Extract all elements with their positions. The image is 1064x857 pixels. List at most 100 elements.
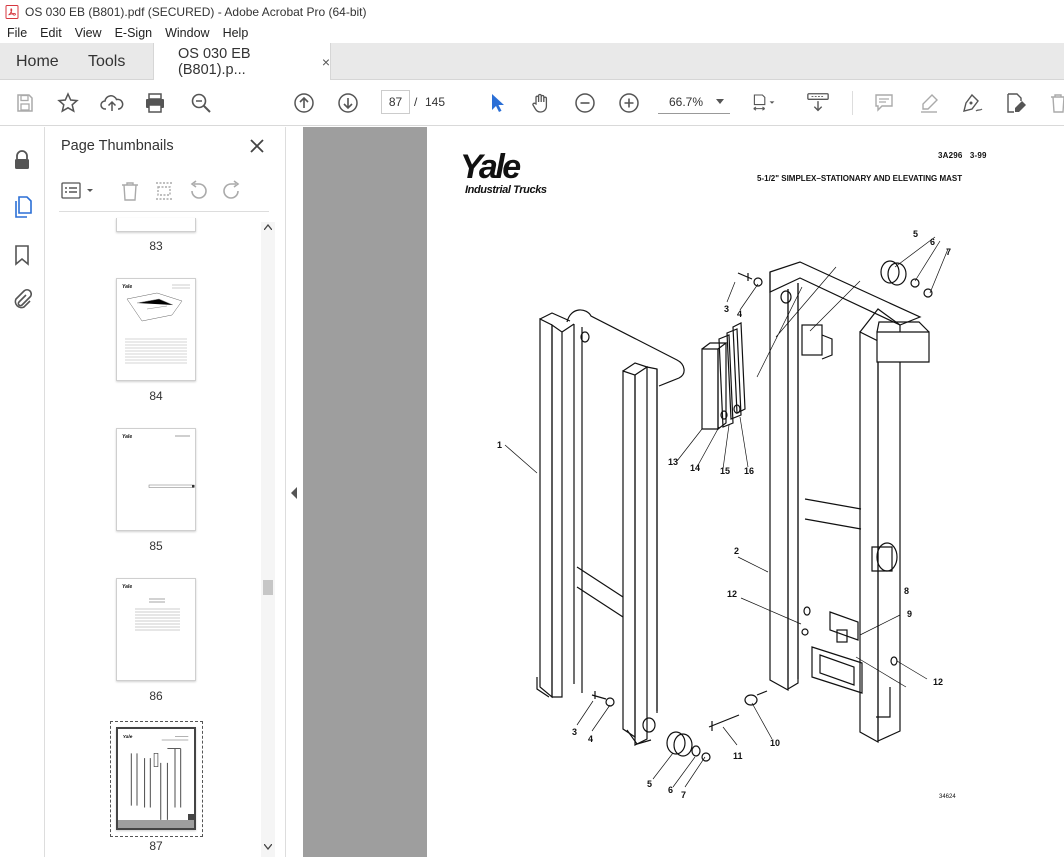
callout-6b: 6 [668,785,673,795]
svg-text:Yale: Yale [122,434,132,440]
scroll-down-icon[interactable] [264,844,272,850]
panel-title: Page Thumbnails [61,138,174,154]
page-number-input[interactable]: 87 [381,90,410,114]
callout-15: 15 [720,466,730,476]
callout-11: 11 [733,751,743,761]
callout-16: 16 [744,466,754,476]
next-page-icon[interactable] [336,91,360,115]
menu-edit[interactable]: Edit [33,26,68,40]
edit-pdf-icon[interactable] [1004,91,1028,115]
bookmarks-icon[interactable] [10,243,34,267]
thumbnail-label-85: 85 [149,539,163,553]
zoom-in-icon[interactable] [617,91,641,115]
title-bar: OS 030 EB (B801).pdf (SECURED) - Adobe A… [0,0,1064,23]
thumbnail-86-content: Yale [122,584,180,631]
menu-window[interactable]: Window [158,26,215,40]
callout-9: 9 [907,609,912,619]
print-icon[interactable] [143,91,167,115]
thumbnail-resize-handle[interactable] [188,814,194,820]
sign-pen-icon[interactable] [960,91,984,115]
callout-1: 1 [497,440,502,450]
zoom-level-value: 66.7% [669,94,704,109]
menu-help[interactable]: Help [216,26,255,40]
chain-anchor-parts [701,322,746,431]
rotate-counterclockwise-icon[interactable] [187,180,209,202]
page-thumbnails-icon[interactable] [10,195,34,219]
page-fit-icon[interactable] [752,91,776,115]
thumbnail-options-icon[interactable] [61,181,95,201]
left-navigation-rail [0,127,45,857]
collapse-arrow-icon[interactable] [290,487,298,499]
svg-text:Yale: Yale [123,734,133,740]
menu-view[interactable]: View [68,26,108,40]
scroll-mode-icon[interactable] [806,91,830,115]
thumbnail-page-86[interactable]: Yale [116,578,196,681]
zoom-level-select[interactable]: 66.7% [658,90,730,114]
thumbnail-page-85[interactable]: Yale [116,428,196,531]
tab-close-icon[interactable]: × [322,54,330,70]
thumbnail-85-content: Yale [122,434,195,488]
attachments-icon[interactable] [10,287,34,311]
tab-document[interactable]: OS 030 EB (B801).p... × [153,43,331,80]
callout-10: 10 [770,738,780,748]
tab-home[interactable]: Home [16,43,59,80]
page-separator: / [414,95,418,109]
callout-12a: 12 [727,589,737,599]
page-total: 145 [425,95,446,109]
callout-2: 2 [734,546,739,556]
thumbnail-page-84[interactable]: Yale [116,278,196,381]
thumbnail-page-83[interactable] [116,218,196,232]
highlight-pen-icon[interactable] [917,91,941,115]
rotate-clockwise-icon[interactable] [221,180,243,202]
zoom-search-icon[interactable] [189,91,213,115]
callout-6a: 6 [930,237,935,247]
bookmark-star-icon[interactable] [56,91,80,115]
callout-3a: 3 [724,304,729,314]
tab-tools[interactable]: Tools [88,43,125,80]
toolbar-divider [852,91,853,115]
select-cursor-icon[interactable] [485,91,509,115]
previous-page-icon[interactable] [292,91,316,115]
pdf-app-icon [5,4,19,19]
thumbnail-label-83: 83 [149,239,163,253]
pdf-page: Yale Industrial Trucks 3A296 3-99 5-1/2"… [427,127,1064,857]
extract-page-icon[interactable] [153,180,175,202]
thumbnail-87-content: Yale [123,734,189,820]
delete-trash-icon[interactable] [1046,91,1064,115]
menu-file[interactable]: File [0,26,33,40]
thumbnail-scrollbar[interactable] [261,222,275,857]
tab-bar: Home Tools OS 030 EB (B801).p... × [0,43,1064,80]
callout-12b: 12 [933,677,943,687]
callout-13: 13 [668,457,678,467]
thumbnail-page-87[interactable]: Yale [116,727,196,830]
thumbnail-label-84: 84 [149,389,163,403]
menu-esign[interactable]: E-Sign [108,26,159,40]
thumbnail-toolbar [59,177,269,205]
callout-7b: 7 [681,790,686,800]
comment-icon[interactable] [872,91,896,115]
zoom-out-icon[interactable] [573,91,597,115]
callout-5a: 5 [913,229,918,239]
svg-text:Yale: Yale [122,284,132,290]
callout-4a: 4 [737,309,742,319]
elevating-mast [769,261,930,744]
scrollbar-thumb[interactable] [263,580,273,595]
menu-bar: File Edit View E-Sign Window Help [0,23,1064,43]
svg-text:Yale: Yale [122,584,132,590]
callout-14: 14 [690,463,700,473]
panel-collapse-strip[interactable] [285,127,303,857]
delete-page-icon[interactable] [119,180,141,202]
lock-icon[interactable] [10,148,34,172]
scroll-up-icon[interactable] [264,224,272,230]
save-icon[interactable] [13,91,37,115]
callout-7a: 7 [946,247,951,257]
thumbnail-viewport-overlay [118,820,194,828]
mast-exploded-diagram: 1 2 3 4 5 6 7 8 9 10 11 12 12 13 14 15 1… [497,229,951,800]
thumbnail-84-content: Yale [122,284,190,364]
thumbnail-label-87: 87 [149,839,163,853]
window-title: OS 030 EB (B801).pdf (SECURED) - Adobe A… [25,4,367,19]
close-icon[interactable] [248,137,266,155]
hand-tool-icon[interactable] [529,91,553,115]
thumbnail-label-86: 86 [149,689,163,703]
upload-cloud-icon[interactable] [100,91,124,115]
